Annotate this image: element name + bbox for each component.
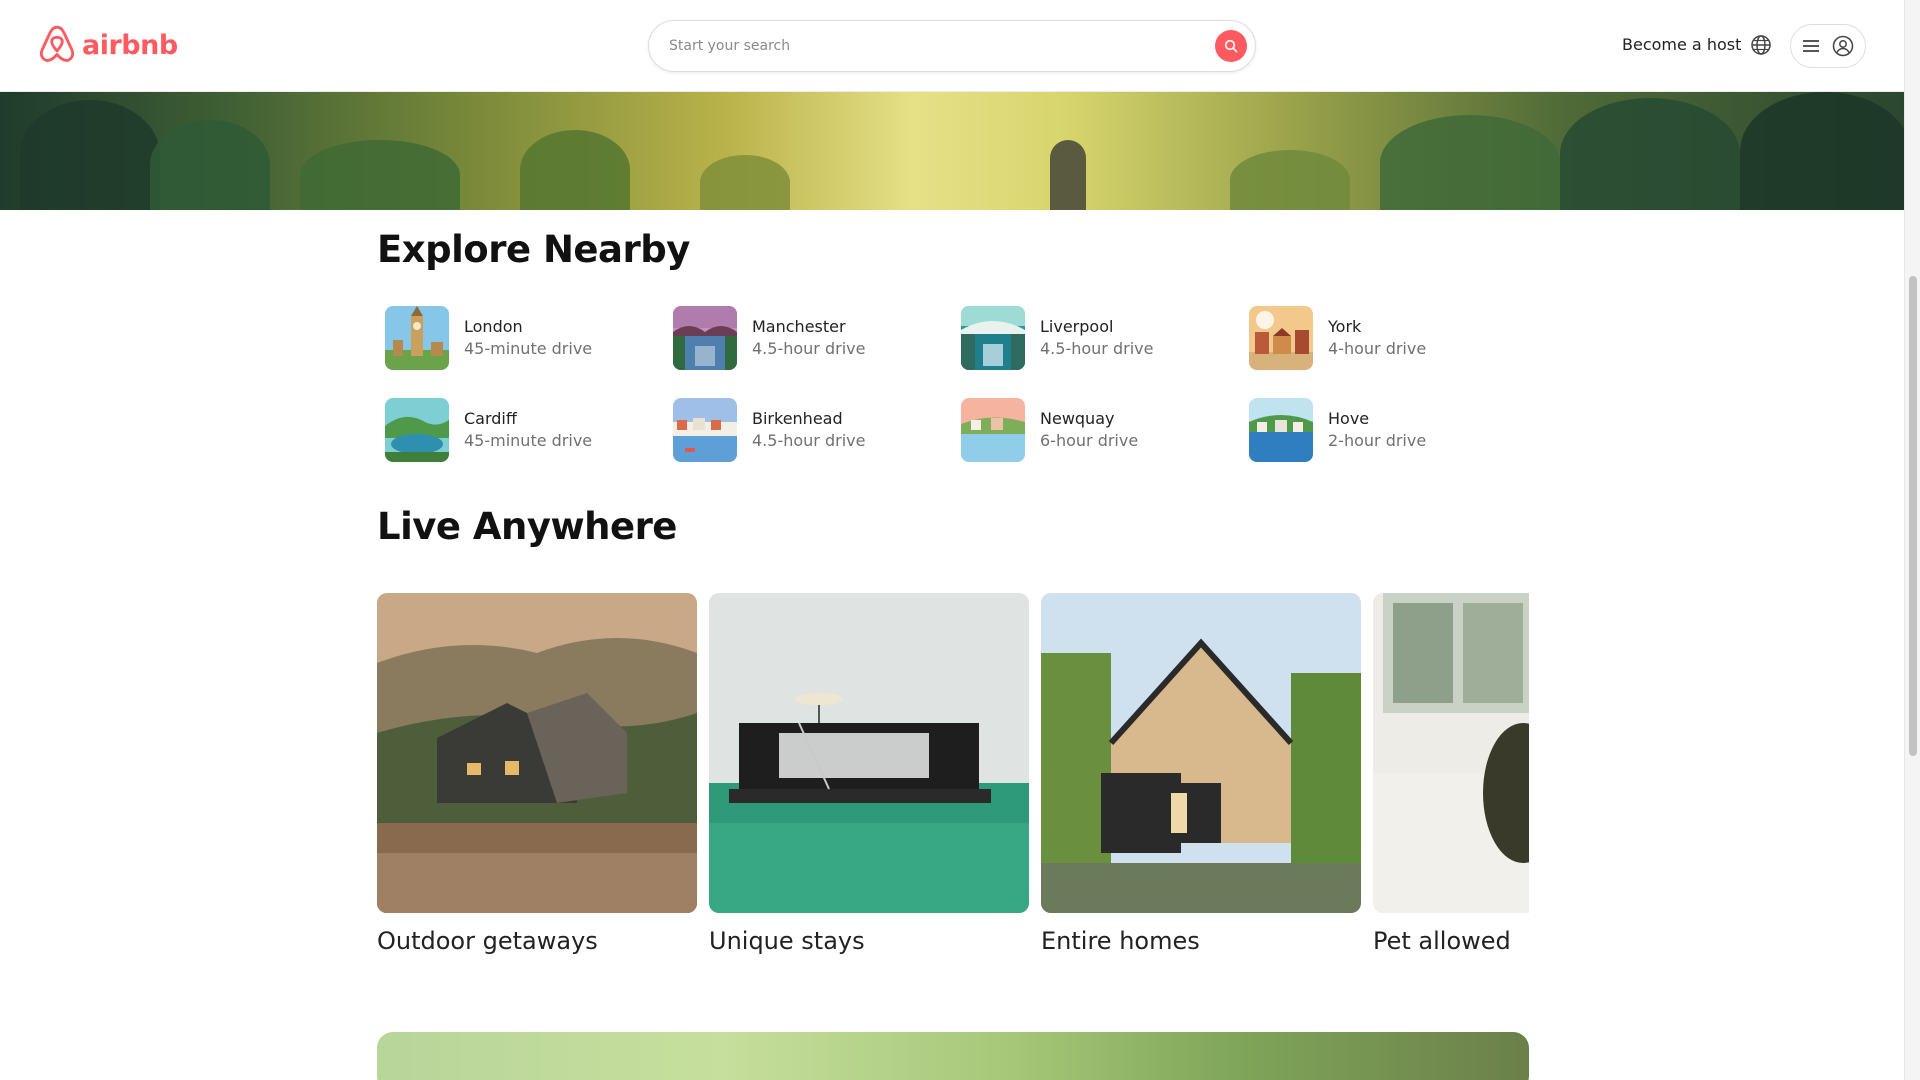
- nearby-city-name: Manchester: [752, 317, 846, 336]
- airbnb-logo-icon: [39, 25, 75, 62]
- nearby-thumbnail: [1249, 398, 1313, 462]
- nearby-city-name: Cardiff: [464, 409, 517, 428]
- card-image: [1041, 593, 1361, 913]
- nearby-drive-time: 45-minute drive: [464, 431, 593, 450]
- airbnb-logo[interactable]: airbnb: [38, 24, 178, 66]
- page-scrollbar[interactable]: [1904, 0, 1920, 1080]
- nearby-thumbnail: [961, 306, 1025, 370]
- nearby-item-york[interactable]: York 4-hour drive: [1241, 306, 1529, 370]
- nearby-drive-time: 4-hour drive: [1328, 339, 1427, 358]
- globe-icon[interactable]: [1750, 34, 1772, 56]
- nearby-city-name: Hove: [1328, 409, 1370, 428]
- card-label: Outdoor getaways: [377, 927, 598, 955]
- nearby-city-name: York: [1328, 317, 1362, 336]
- card-unique-stays[interactable]: Unique stays: [709, 593, 1029, 955]
- become-host-link[interactable]: Become a host: [1622, 35, 1741, 54]
- nearby-city-name: Birkenhead: [752, 409, 843, 428]
- user-avatar-icon: [1832, 35, 1854, 57]
- nearby-city-name: London: [464, 317, 523, 336]
- nearby-item-newquay[interactable]: Newquay 6-hour drive: [953, 398, 1241, 462]
- search-input[interactable]: [669, 35, 1189, 57]
- nearby-drive-time: 4.5-hour drive: [752, 339, 866, 358]
- nearby-item-manchester[interactable]: Manchester 4.5-hour drive: [665, 306, 953, 370]
- nearby-drive-time: 4.5-hour drive: [752, 431, 866, 450]
- user-menu-button[interactable]: [1790, 24, 1866, 68]
- nearby-drive-time: 6-hour drive: [1040, 431, 1139, 450]
- bottom-banner-image: [377, 1032, 1529, 1080]
- nearby-thumbnail: [961, 398, 1025, 462]
- nearby-item-birkenhead[interactable]: Birkenhead 4.5-hour drive: [665, 398, 953, 462]
- hamburger-icon: [1803, 40, 1819, 52]
- nearby-item-london[interactable]: London 45-minute drive: [377, 306, 665, 370]
- nearby-item-hove[interactable]: Hove 2-hour drive: [1241, 398, 1529, 462]
- card-outdoor-getaways[interactable]: Outdoor getaways: [377, 593, 697, 955]
- live-anywhere-title: Live Anywhere: [377, 505, 677, 548]
- search-icon: [1224, 39, 1238, 53]
- card-label: Pet allowed: [1373, 927, 1511, 955]
- card-label: Unique stays: [709, 927, 865, 955]
- nearby-drive-time: 45-minute drive: [464, 339, 593, 358]
- nearby-thumbnail: [673, 398, 737, 462]
- explore-nearby-title: Explore Nearby: [377, 228, 690, 271]
- nearby-city-name: Newquay: [1040, 409, 1115, 428]
- nearby-item-cardiff[interactable]: Cardiff 45-minute drive: [377, 398, 665, 462]
- nearby-thumbnail: [1249, 306, 1313, 370]
- top-header: airbnb Become a host: [0, 0, 1904, 92]
- card-entire-homes[interactable]: Entire homes: [1041, 593, 1361, 955]
- card-pet-allowed[interactable]: Pet allowed: [1373, 593, 1529, 955]
- nearby-city-name: Liverpool: [1040, 317, 1114, 336]
- hero-forest-image: [0, 92, 1904, 210]
- card-image: [1373, 593, 1529, 913]
- nearby-thumbnail: [385, 398, 449, 462]
- search-bar[interactable]: [648, 20, 1256, 72]
- nearby-drive-time: 2-hour drive: [1328, 431, 1427, 450]
- search-button[interactable]: [1215, 30, 1247, 62]
- card-image: [377, 593, 697, 913]
- nearby-thumbnail: [673, 306, 737, 370]
- logo-text: airbnb: [82, 29, 178, 61]
- scrollbar-thumb[interactable]: [1909, 276, 1917, 756]
- card-image: [709, 593, 1029, 913]
- nearby-drive-time: 4.5-hour drive: [1040, 339, 1154, 358]
- explore-nearby-grid: London 45-minute drive Manchester 4.5-ho…: [377, 306, 1529, 462]
- live-anywhere-carousel: Outdoor getaways Unique stays Entire hom…: [377, 593, 1529, 973]
- card-label: Entire homes: [1041, 927, 1200, 955]
- nearby-thumbnail: [385, 306, 449, 370]
- nearby-item-liverpool[interactable]: Liverpool 4.5-hour drive: [953, 306, 1241, 370]
